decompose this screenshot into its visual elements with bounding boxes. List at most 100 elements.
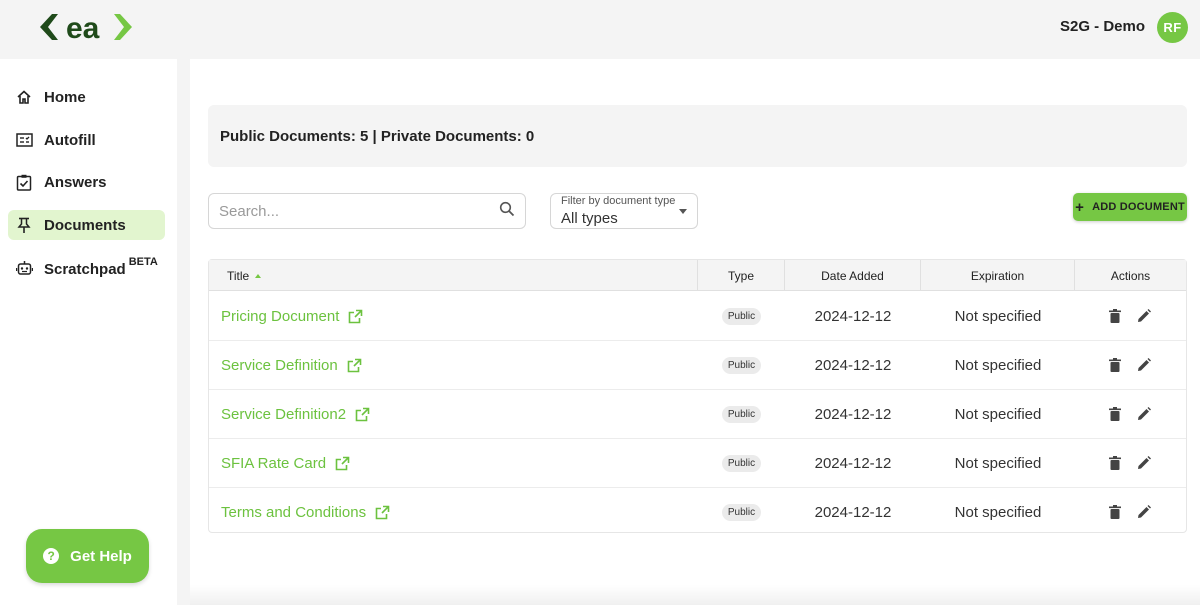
edit-pencil-icon[interactable] xyxy=(1137,456,1151,470)
type-cell: Public xyxy=(698,390,785,438)
table-row: Pricing Document Public 2024-12-12 Not spec… xyxy=(209,292,1186,341)
sidebar-item-label: Home xyxy=(44,88,86,106)
title-cell: SFIA Rate Card xyxy=(221,439,691,487)
expiration-value: Not specified xyxy=(954,503,1042,521)
sidebar-item-answers[interactable]: Answers xyxy=(8,167,165,197)
robot-icon xyxy=(15,259,33,277)
get-help-button[interactable]: ? Get Help xyxy=(26,529,149,583)
type-cell: Public xyxy=(698,488,785,536)
table-row: Service Definition2 Public 2024-12-12 Not s… xyxy=(209,390,1186,439)
type-cell: Public xyxy=(698,341,785,389)
title-cell: Terms and Conditions xyxy=(221,488,691,536)
add-document-label: ADD DOCUMENT xyxy=(1092,201,1185,213)
type-badge: Public xyxy=(721,405,762,423)
trash-icon[interactable] xyxy=(1109,456,1121,470)
svg-text:ea: ea xyxy=(66,12,100,44)
add-document-button[interactable]: + ADD DOCUMENT xyxy=(1073,193,1187,221)
actions-cell xyxy=(1109,341,1186,389)
title-cell: Pricing Document xyxy=(221,292,691,340)
documents-table: Title Type Date Added Expiration Actions… xyxy=(208,259,1187,533)
expiration-cell: Not specified xyxy=(921,488,1075,536)
column-label: Title xyxy=(227,268,250,283)
beta-badge: BETA xyxy=(128,255,158,268)
sidebar-item-autofill[interactable]: Autofill xyxy=(8,125,165,155)
date-added-value: 2024-12-12 xyxy=(814,503,892,521)
home-icon xyxy=(15,88,33,106)
document-title-link[interactable]: Service Definition2 xyxy=(221,406,370,423)
document-title-link[interactable]: Service Definition xyxy=(221,357,362,374)
expiration-value: Not specified xyxy=(954,307,1042,325)
date-cell: 2024-12-12 xyxy=(785,341,921,389)
search-input[interactable] xyxy=(219,202,499,220)
document-title-link[interactable]: SFIA Rate Card xyxy=(221,455,350,472)
external-link-icon[interactable] xyxy=(375,505,390,520)
actions-cell xyxy=(1109,390,1186,438)
date-added-value: 2024-12-12 xyxy=(814,356,892,374)
workspace-name[interactable]: S2G - Demo xyxy=(1060,18,1145,35)
column-header-title[interactable]: Title xyxy=(209,260,698,291)
document-title-link[interactable]: Pricing Document xyxy=(221,308,363,325)
table-row: Terms and Conditions Public 2024-12-12 Not … xyxy=(209,488,1186,537)
expiration-value: Not specified xyxy=(954,405,1042,423)
external-link-icon[interactable] xyxy=(335,456,350,471)
help-icon: ? xyxy=(43,548,60,564)
chevron-down-icon xyxy=(679,209,687,214)
document-title: Terms and Conditions xyxy=(221,503,367,521)
date-cell: 2024-12-12 xyxy=(785,439,921,487)
sidebar-item-documents[interactable]: Documents xyxy=(8,210,165,240)
trash-icon[interactable] xyxy=(1109,309,1121,323)
document-type-filter[interactable]: Filter by document type All types xyxy=(550,193,698,229)
document-summary: Public Documents: 5 | Private Documents:… xyxy=(208,105,1187,167)
actions-cell xyxy=(1109,439,1186,487)
table-header: Title Type Date Added Expiration Actions xyxy=(209,260,1186,291)
trash-icon[interactable] xyxy=(1109,407,1121,421)
expiration-value: Not specified xyxy=(954,356,1042,374)
date-cell: 2024-12-12 xyxy=(785,488,921,536)
expiration-cell: Not specified xyxy=(921,292,1075,340)
document-title-link[interactable]: Terms and Conditions xyxy=(221,504,390,521)
table-row: Service Definition Public 2024-12-12 Not sp… xyxy=(209,341,1186,390)
external-link-icon[interactable] xyxy=(355,407,370,422)
autofill-icon xyxy=(15,131,33,149)
sort-ascending-icon xyxy=(255,273,262,278)
expiration-cell: Not specified xyxy=(921,439,1075,487)
expiration-value: Not specified xyxy=(954,454,1042,472)
filter-value: All types xyxy=(561,210,618,227)
user-avatar[interactable]: RF xyxy=(1157,12,1188,43)
date-added-value: 2024-12-12 xyxy=(814,405,892,423)
sidebar-item-home[interactable]: Home xyxy=(8,82,165,112)
edit-pencil-icon[interactable] xyxy=(1137,505,1151,519)
type-badge: Public xyxy=(721,454,762,472)
sidebar-item-label: Autofill xyxy=(44,131,96,149)
external-link-icon[interactable] xyxy=(348,309,363,324)
column-header-date-added[interactable]: Date Added xyxy=(785,260,921,291)
search-icon[interactable] xyxy=(499,201,515,222)
column-header-expiration[interactable]: Expiration xyxy=(921,260,1075,291)
checklist-icon xyxy=(15,173,33,191)
document-title: SFIA Rate Card xyxy=(221,454,327,472)
trash-icon[interactable] xyxy=(1109,358,1121,372)
trash-icon[interactable] xyxy=(1109,505,1121,519)
document-title: Service Definition2 xyxy=(221,405,347,423)
type-cell: Public xyxy=(698,439,785,487)
edit-pencil-icon[interactable] xyxy=(1137,407,1151,421)
type-badge: Public xyxy=(721,356,762,374)
column-header-actions: Actions xyxy=(1110,268,1151,283)
title-cell: Service Definition2 xyxy=(221,390,691,438)
external-link-icon[interactable] xyxy=(347,358,362,373)
top-bar: ea S2G - Demo RF xyxy=(0,0,1200,58)
sidebar-item-scratchpad[interactable]: Scratchpad BETA xyxy=(8,253,165,283)
edit-pencil-icon[interactable] xyxy=(1137,309,1151,323)
search-box[interactable] xyxy=(208,193,526,229)
sidebar-item-label: Documents xyxy=(44,216,126,234)
date-added-value: 2024-12-12 xyxy=(814,454,892,472)
pin-icon xyxy=(15,216,33,234)
edit-pencil-icon[interactable] xyxy=(1137,358,1151,372)
type-badge: Public xyxy=(721,503,762,521)
bottom-fade xyxy=(190,585,1200,605)
main-content: Public Documents: 5 | Private Documents:… xyxy=(190,59,1200,605)
brand-logo[interactable]: ea xyxy=(40,10,132,45)
filter-label: Filter by document type xyxy=(561,195,676,207)
type-cell: Public xyxy=(698,292,785,340)
column-header-type[interactable]: Type xyxy=(698,260,785,291)
